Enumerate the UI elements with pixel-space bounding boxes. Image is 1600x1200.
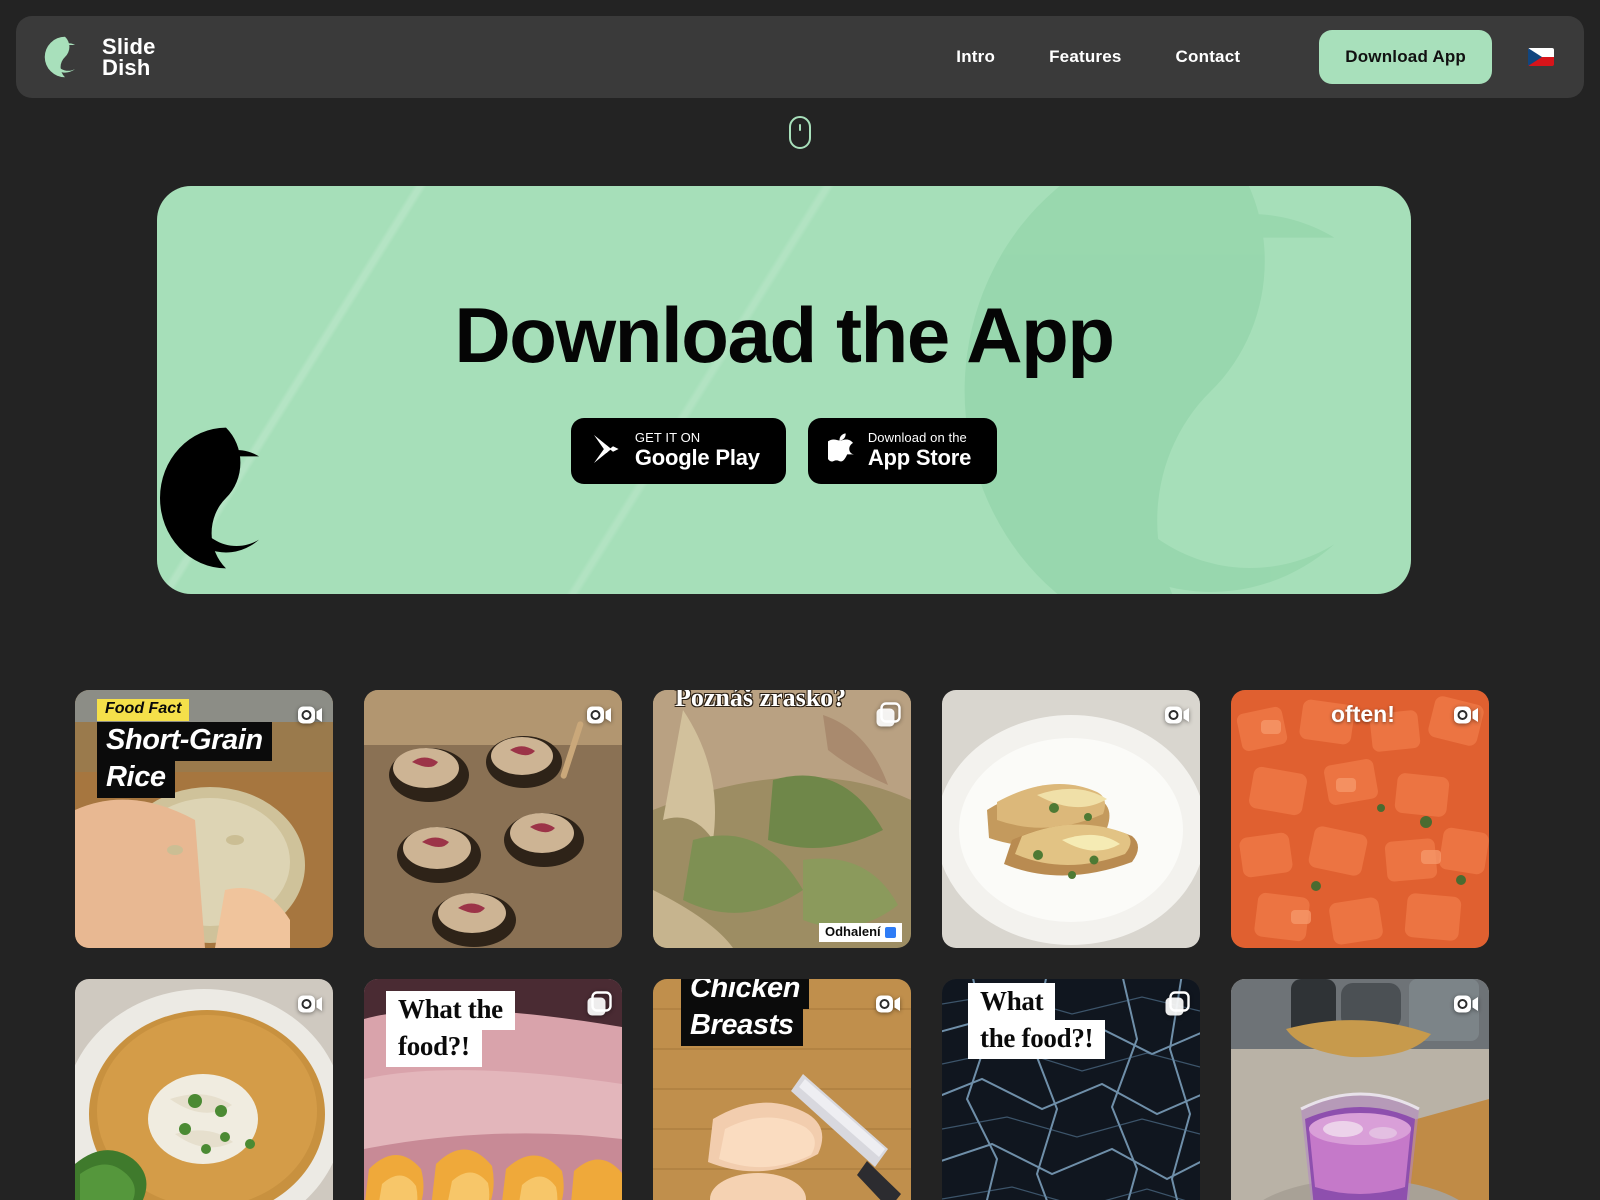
tile-caption: often! [1331, 701, 1395, 727]
gallery-tile[interactable]: What the food?! [942, 979, 1200, 1200]
site-header: Slide Dish Intro Features Contact Downlo… [16, 16, 1584, 98]
reel-icon [1453, 702, 1479, 728]
arrow-square-icon [884, 926, 896, 938]
google-play-bottom-label: Google Play [634, 445, 760, 471]
hero-content: Download the App GET IT ON Google Play D… [157, 186, 1411, 594]
tile-caption: Breasts [681, 1007, 803, 1046]
brand-logo[interactable]: Slide Dish [42, 34, 156, 80]
tile-caption: What [968, 983, 1056, 1022]
reel-icon [1453, 991, 1479, 1017]
carousel-icon [586, 991, 612, 1017]
mouse-scroll-icon [789, 116, 811, 149]
app-store-text: Download on the App Store [867, 430, 972, 471]
brand-line-1: Slide [102, 33, 156, 59]
gallery-tile[interactable] [942, 690, 1200, 948]
gallery-tile[interactable] [364, 690, 622, 948]
gallery-tile[interactable] [1231, 979, 1489, 1200]
tile-image [1231, 979, 1489, 1200]
download-hero-card: Download the App GET IT ON Google Play D… [157, 186, 1411, 594]
czech-republic-flag-icon[interactable] [1528, 48, 1554, 66]
hero-title: Download the App [454, 291, 1115, 380]
gallery-tile[interactable] [75, 979, 333, 1200]
gallery-tile[interactable]: Food Fact Short-Grain Rice [75, 690, 333, 948]
reel-icon [297, 702, 323, 728]
tile-image [364, 690, 622, 948]
tile-caption: food?! [386, 1028, 482, 1067]
google-play-badge[interactable]: GET IT ON Google Play [570, 418, 786, 484]
tile-reveal-badge: Odhalení [819, 923, 902, 942]
gallery-tile[interactable]: Chicken Breasts [653, 979, 911, 1200]
app-store-badge[interactable]: Download on the App Store [807, 418, 998, 484]
app-store-bottom-label: App Store [867, 445, 972, 471]
instagram-gallery-grid: Food Fact Short-Grain Rice Poznáš zrasko… [75, 690, 1525, 1200]
main-navigation: Intro Features Contact Download App [929, 30, 1554, 84]
brand-line-2: Dish [102, 55, 151, 80]
gallery-tile[interactable]: often! [1231, 690, 1489, 948]
carousel-icon [875, 702, 901, 728]
google-play-text: GET IT ON Google Play [635, 430, 760, 471]
apple-logo-icon [824, 433, 855, 468]
tile-image [942, 690, 1200, 948]
reel-icon [1164, 702, 1190, 728]
slidedish-logo-icon [42, 34, 88, 80]
reveal-label: Odhalení [825, 924, 881, 940]
tile-caption: Food Fact [97, 699, 190, 721]
brand-name: Slide Dish [102, 33, 156, 80]
gallery-tile[interactable]: Poznáš zrasko? Odhalení [653, 690, 911, 948]
tile-caption: Short-Grain [97, 722, 272, 761]
tile-image [75, 979, 333, 1200]
tile-image [653, 690, 911, 948]
tile-caption: Poznáš zrasko? [675, 690, 847, 712]
page-root: Slide Dish Intro Features Contact Downlo… [0, 0, 1600, 1200]
download-app-button[interactable]: Download App [1319, 30, 1492, 84]
nav-item-features[interactable]: Features [1022, 37, 1148, 77]
nav-item-contact[interactable]: Contact [1149, 37, 1268, 77]
app-store-top-label: Download on the [867, 430, 967, 446]
tile-caption: Rice [97, 759, 175, 798]
store-badges: GET IT ON Google Play Download on the Ap… [570, 418, 998, 484]
tile-caption: What the [386, 991, 515, 1030]
tile-image [1231, 690, 1489, 948]
google-play-top-label: GET IT ON [634, 430, 701, 446]
nav-item-intro[interactable]: Intro [929, 37, 1022, 77]
tile-caption: the food?! [968, 1020, 1106, 1059]
reel-icon [875, 991, 901, 1017]
google-play-icon [591, 433, 621, 468]
gallery-tile[interactable]: What the food?! [364, 979, 622, 1200]
carousel-icon [1164, 991, 1190, 1017]
tile-caption: Chicken [681, 979, 810, 1009]
reel-icon [586, 702, 612, 728]
reel-icon [297, 991, 323, 1017]
